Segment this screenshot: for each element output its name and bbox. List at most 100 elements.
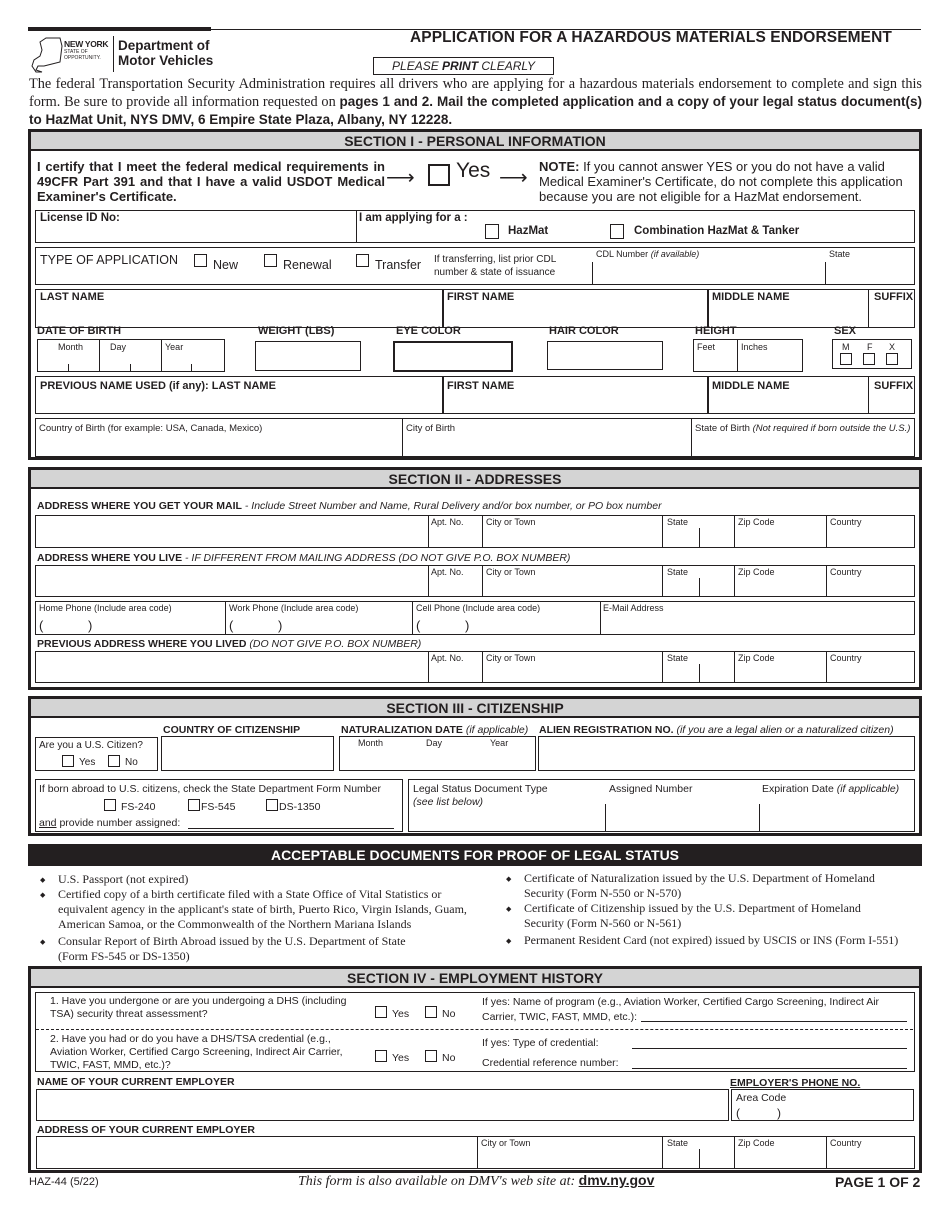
nat-note-text: (if applicable)	[462, 724, 529, 736]
arrow-right-icon: ⟶	[499, 167, 528, 189]
previous-last-name-input[interactable]	[40, 394, 435, 411]
mail-note-text: - Include Street Number and Name, Rural …	[241, 500, 662, 512]
previous-suffix-input[interactable]	[872, 394, 912, 411]
height-field[interactable]: Feet Inches	[693, 339, 803, 372]
state-birth-text: State of Birth	[695, 423, 753, 434]
naturalization-date-field[interactable]: Month Day Year	[339, 736, 536, 771]
applying-hazmat-label: HazMat	[508, 225, 549, 237]
divider	[482, 566, 483, 596]
employer-name-input[interactable]	[36, 1089, 729, 1121]
hair-color-input[interactable]	[547, 341, 663, 370]
divider	[662, 652, 663, 682]
us-citizen-no-checkbox[interactable]	[108, 755, 120, 767]
sex-f-checkbox[interactable]	[863, 353, 875, 365]
dob-field[interactable]: Month Day Year	[37, 339, 225, 372]
form-ds1350-checkbox[interactable]	[266, 799, 278, 811]
q1-yes-checkbox[interactable]	[375, 1006, 387, 1018]
cdl-number-input[interactable]	[596, 265, 821, 281]
sex-x-checkbox[interactable]	[886, 353, 898, 365]
section-addresses: SECTION II - ADDRESSES ADDRESS WHERE YOU…	[28, 467, 922, 690]
q2-yes-checkbox[interactable]	[375, 1050, 387, 1062]
form-fs240-checkbox[interactable]	[104, 799, 116, 811]
country-birth-input[interactable]	[40, 437, 395, 454]
area-code-label: Area Code	[736, 1092, 787, 1104]
legal-doc-type-input[interactable]	[413, 810, 601, 828]
previous-address-row: Apt. No. City or Town State Zip Code Cou…	[35, 651, 915, 683]
live-zip-label: Zip Code	[738, 567, 775, 577]
first-name-input[interactable]	[447, 306, 702, 324]
email-input[interactable]	[603, 616, 908, 632]
cdl-state-input[interactable]	[830, 265, 910, 281]
divider	[662, 516, 663, 547]
applying-hazmat-checkbox[interactable]	[485, 224, 499, 239]
previous-address-label: PREVIOUS ADDRESS WHERE YOU LIVED (DO NOT…	[37, 638, 421, 650]
sex-m-checkbox[interactable]	[840, 353, 852, 365]
section3-title: SECTION III - CITIZENSHIP	[31, 699, 919, 718]
license-id-input[interactable]	[40, 226, 350, 240]
city-birth-input[interactable]	[406, 437, 686, 454]
home-phone-input[interactable]	[46, 618, 216, 632]
q2-no-checkbox[interactable]	[425, 1050, 437, 1062]
type-new-checkbox[interactable]	[194, 254, 207, 267]
us-citizen-yes-checkbox[interactable]	[62, 755, 74, 767]
sex-f-label: F	[867, 342, 873, 352]
home-phone-open-paren: (	[39, 618, 44, 633]
middle-name-label: MIDDLE NAME	[712, 291, 790, 303]
eye-color-input[interactable]	[393, 341, 513, 372]
divider	[734, 566, 735, 596]
q2-ref-input[interactable]	[632, 1057, 907, 1069]
type-renewal-checkbox[interactable]	[264, 254, 277, 267]
sex-x-label: X	[889, 342, 896, 352]
mail-street-input[interactable]	[38, 520, 423, 544]
logo-tagline-2: OPPORTUNITY.	[64, 55, 101, 61]
live-address-label: ADDRESS WHERE YOU LIVE - IF DIFFERENT FR…	[37, 552, 570, 564]
prev-note-text: (DO NOT GIVE P.O. BOX NUMBER)	[246, 638, 422, 650]
previous-street-input[interactable]	[38, 656, 423, 680]
employer-phone-field[interactable]: Area Code ( )	[731, 1089, 914, 1121]
employer-country-label: Country	[830, 1138, 862, 1148]
email-label: E-Mail Address	[603, 603, 664, 613]
height-inches-label: Inches	[741, 342, 768, 352]
applying-combination-checkbox[interactable]	[610, 224, 624, 239]
divider	[356, 211, 357, 242]
divider	[402, 419, 403, 456]
suffix-input[interactable]	[872, 306, 912, 324]
previous-suffix-label: SUFFIX	[874, 380, 914, 392]
employer-city-label: City or Town	[481, 1138, 531, 1148]
q2-ref-label: Credential reference number:	[482, 1057, 619, 1069]
live-street-input[interactable]	[38, 570, 423, 594]
state-birth-input[interactable]	[695, 437, 910, 454]
form-fs545-checkbox[interactable]	[188, 799, 200, 811]
logo-agency-line2: Motor Vehicles	[118, 53, 214, 68]
eye-color-label: EYE COLOR	[396, 325, 461, 337]
sex-m-label: M	[842, 342, 850, 352]
divider	[868, 377, 869, 413]
assigned-number-input[interactable]	[188, 817, 394, 829]
legal-doc-type-note: (see list below)	[413, 796, 484, 808]
country-birth-label: Country of Birth (for example: USA, Cana…	[39, 423, 263, 434]
q1-no-checkbox[interactable]	[425, 1006, 437, 1018]
previous-first-name-input[interactable]	[447, 394, 702, 411]
type-transfer-checkbox[interactable]	[356, 254, 369, 267]
previous-middle-name-input[interactable]	[712, 394, 862, 411]
alien-registration-input[interactable]	[538, 736, 915, 771]
legal-expiration-input[interactable]	[763, 810, 909, 828]
medical-certify-yes-checkbox[interactable]	[428, 164, 450, 186]
middle-name-input[interactable]	[712, 306, 862, 324]
q1-program-input[interactable]	[641, 1010, 907, 1022]
last-name-input[interactable]	[40, 306, 435, 324]
employer-street-input[interactable]	[39, 1141, 469, 1165]
q2-type-input[interactable]	[632, 1037, 907, 1049]
divider	[826, 1137, 827, 1168]
weight-input[interactable]	[255, 341, 361, 371]
work-phone-input[interactable]	[236, 618, 406, 632]
tick	[68, 364, 69, 371]
legal-assigned-number-input[interactable]	[609, 810, 755, 828]
state-birth-label: State of Birth (Not required if born out…	[695, 423, 910, 434]
web-notice-text: This form is also available on DMV's web…	[298, 1174, 579, 1189]
medical-note: NOTE: If you cannot answer YES or you do…	[539, 159, 913, 204]
country-citizenship-input[interactable]	[161, 736, 334, 771]
previous-name-row: PREVIOUS NAME USED (if any): LAST NAME F…	[35, 376, 915, 414]
dmv-website-link[interactable]: dmv.ny.gov	[579, 1172, 655, 1188]
cell-phone-input[interactable]	[423, 618, 593, 632]
